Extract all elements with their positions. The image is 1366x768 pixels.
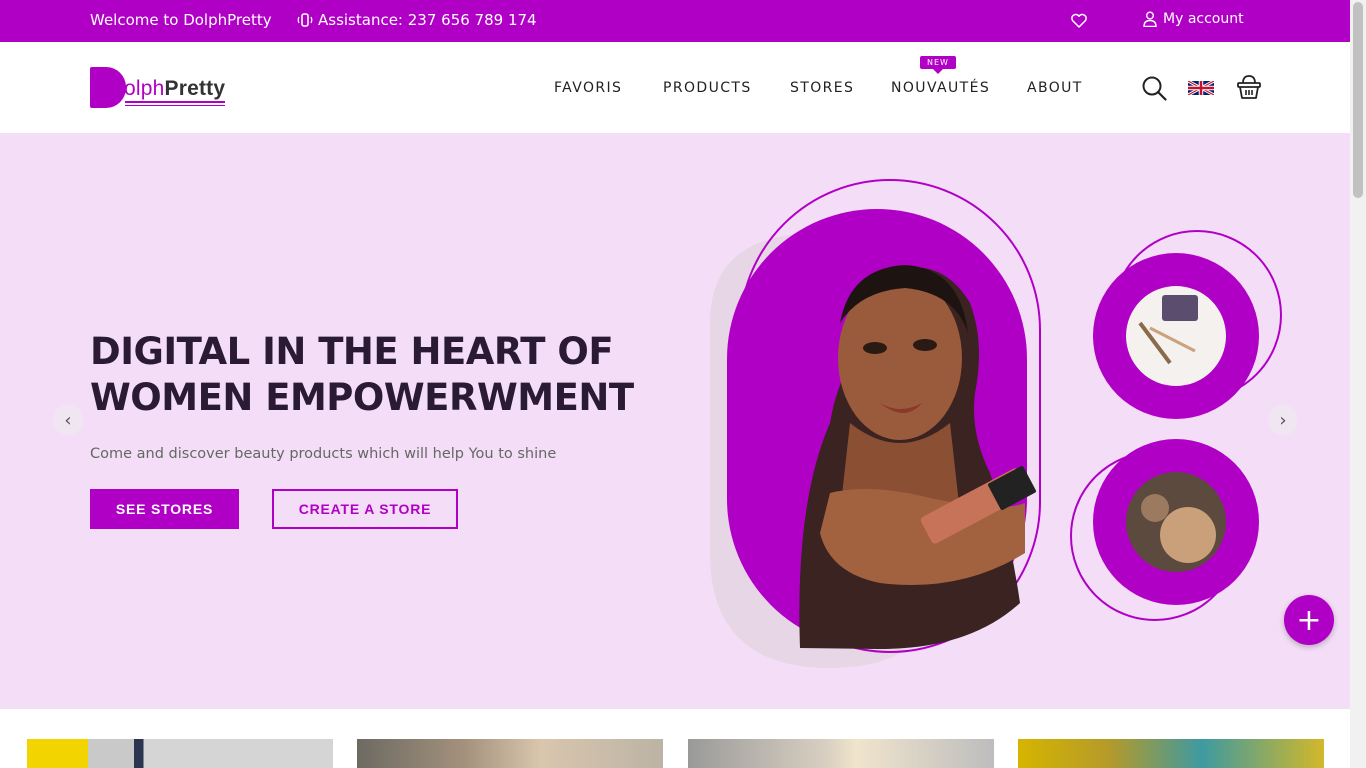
featured-card-3[interactable] (688, 739, 994, 768)
chevron-right-icon: › (1279, 409, 1287, 431)
assistance-phone[interactable]: Assistance: 237 656 789 174 (297, 11, 537, 29)
hero-title-line2: WOMEN EMPOWERWMENT (90, 376, 634, 419)
logo-underline (125, 101, 225, 103)
nav-about[interactable]: ABOUT (1027, 80, 1083, 96)
assistance-text: Assistance: 237 656 789 174 (318, 11, 537, 29)
top-bar: Welcome to DolphPretty Assistance: 237 6… (0, 0, 1350, 42)
floating-add-button[interactable]: + (1284, 595, 1334, 645)
nav-favoris[interactable]: FAVORIS (554, 80, 622, 96)
new-badge: NEW (920, 56, 956, 74)
nav-stores[interactable]: STORES (790, 80, 854, 96)
see-stores-button[interactable]: SEE STORES (90, 489, 239, 529)
hero-illustration (710, 179, 1282, 668)
uk-flag-icon[interactable] (1188, 81, 1214, 95)
heart-icon[interactable] (1070, 12, 1088, 30)
logo-underline-thin (125, 105, 225, 106)
plus-icon: + (1296, 602, 1322, 638)
hero-title: DIGITAL IN THE HEART OF WOMEN EMPOWERWME… (90, 329, 650, 421)
page-scrollbar[interactable] (1350, 0, 1366, 768)
hero-banner: ‹ DIGITAL IN THE HEART OF WOMEN EMPOWERW… (0, 133, 1350, 709)
phone-icon (297, 13, 313, 27)
welcome-text: Welcome to DolphPretty (90, 11, 272, 29)
featured-card-4[interactable] (1018, 739, 1324, 768)
main-header: olphPretty FAVORIS PRODUCTS STORES NEW N… (0, 42, 1350, 133)
user-icon (1143, 11, 1157, 27)
nav-nouveautes[interactable]: NOUVAUTÉS (891, 80, 990, 96)
create-store-button[interactable]: CREATE A STORE (272, 489, 458, 529)
featured-cards (0, 709, 1350, 768)
chevron-left-icon: ‹ (64, 409, 72, 431)
nav-products[interactable]: PRODUCTS (663, 80, 752, 96)
hero-title-line1: DIGITAL IN THE HEART OF (90, 330, 614, 373)
carousel-prev-button[interactable]: ‹ (53, 405, 83, 435)
my-account-label: My account (1163, 11, 1244, 27)
my-account-link[interactable]: My account (1143, 11, 1244, 27)
logo-d-mark (90, 67, 126, 108)
featured-card-2[interactable] (357, 739, 663, 768)
search-icon[interactable] (1141, 75, 1167, 101)
hero-subtitle: Come and discover beauty products which … (90, 446, 557, 462)
logo-text: olphPretty (124, 77, 226, 100)
site-logo[interactable]: olphPretty (90, 67, 230, 109)
scrollbar-thumb[interactable] (1353, 2, 1363, 198)
basket-icon[interactable] (1236, 73, 1262, 101)
carousel-next-button[interactable]: › (1268, 405, 1298, 435)
featured-card-1[interactable] (27, 739, 333, 768)
